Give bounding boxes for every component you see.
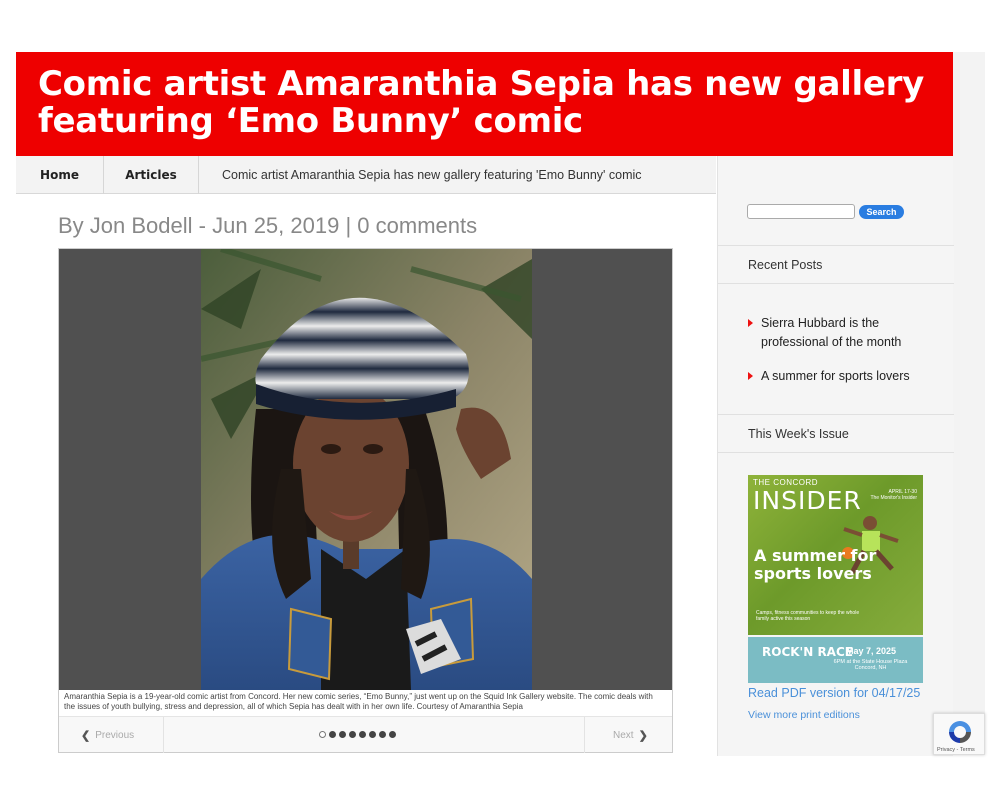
byline-prefix: By (58, 213, 90, 238)
slide-dot[interactable] (339, 731, 346, 738)
page-edge (953, 52, 985, 752)
comments-link[interactable]: 0 comments (357, 213, 477, 238)
recent-post-item[interactable]: Sierra Hubbard is the professional of th… (748, 314, 938, 352)
slide-dots (319, 731, 396, 738)
cover-masthead: INSIDER (753, 486, 862, 515)
read-pdf-link[interactable]: Read PDF version for 04/17/25 (748, 686, 920, 700)
cover-headline: A summer for sports lovers (754, 546, 877, 583)
slide-photo (201, 249, 532, 690)
recaptcha-icon (949, 721, 971, 743)
slide-caption: Amaranthia Sepia is a 19-year-old comic … (59, 690, 672, 716)
next-button[interactable]: Next ❯ (584, 717, 672, 753)
search-button[interactable]: Search (859, 204, 904, 219)
portrait-illustration (201, 249, 532, 690)
recaptcha-label: Privacy - Terms (937, 747, 975, 753)
recent-posts-list: Sierra Hubbard is the professional of th… (748, 314, 938, 401)
search-form: Search (747, 204, 904, 219)
slide-dot[interactable] (329, 731, 336, 738)
post-date: Jun 25, 2019 (212, 213, 340, 238)
cover-date: APRIL 17-30 The Monitor's Insider (870, 489, 917, 501)
image-slider: Amaranthia Sepia is a 19-year-old comic … (58, 248, 673, 753)
slide-dot[interactable] (379, 731, 386, 738)
nav-home[interactable]: Home (16, 156, 104, 194)
nav-bar: Home Articles Comic artist Amaranthia Se… (16, 156, 716, 194)
cover-ad-title: ROCK'N RACE (762, 645, 853, 659)
recaptcha-badge[interactable]: Privacy - Terms (933, 713, 985, 755)
nav-articles[interactable]: Articles (104, 156, 199, 194)
chevron-right-icon: ❯ (638, 729, 648, 742)
cover-ad-date: May 7, 2025 (846, 646, 897, 656)
issue-cover[interactable]: THE CONCORD INSIDER APRIL 17-30 The Monit… (748, 475, 923, 685)
author-link[interactable]: Jon Bodell (90, 213, 193, 238)
cover-ad-location: 6PM at the State House Plaza Concord, NH (833, 659, 908, 671)
cover-deck: Camps, fitness communities to keep the w… (756, 610, 860, 622)
date-separator: - (192, 213, 213, 238)
recent-post-item[interactable]: A summer for sports lovers (748, 367, 938, 386)
previous-button[interactable]: ❮ Previous (59, 717, 164, 753)
slide-dot[interactable] (369, 731, 376, 738)
slide-dot[interactable] (319, 731, 326, 738)
slider-controls: ❮ Previous Next ❯ (59, 716, 672, 753)
chevron-left-icon: ❮ (81, 729, 91, 742)
this-weeks-issue-title: This Week's Issue (718, 414, 954, 453)
previous-label: Previous (95, 729, 135, 741)
breadcrumb: Comic artist Amaranthia Sepia has new ga… (222, 167, 642, 182)
cover-ad: ROCK'N RACE May 7, 2025 6PM at the State… (748, 637, 923, 683)
slide-dot[interactable] (359, 731, 366, 738)
recent-posts-title: Recent Posts (718, 245, 954, 284)
title-banner: Comic artist Amaranthia Sepia has new ga… (16, 52, 953, 156)
view-more-editions-link[interactable]: View more print editions (748, 709, 860, 721)
comments-separator: | (339, 213, 358, 238)
slide-dot[interactable] (349, 731, 356, 738)
article-meta: By Jon Bodell - Jun 25, 2019 | 0 comment… (58, 213, 477, 239)
search-input[interactable] (747, 204, 855, 219)
page: Comic artist Amaranthia Sepia has new ga… (0, 0, 1001, 786)
slide-dot[interactable] (389, 731, 396, 738)
sidebar: Search Recent Posts Sierra Hubbard is th… (717, 156, 954, 756)
next-label: Next (613, 729, 634, 741)
article-title: Comic artist Amaranthia Sepia has new ga… (38, 64, 924, 141)
